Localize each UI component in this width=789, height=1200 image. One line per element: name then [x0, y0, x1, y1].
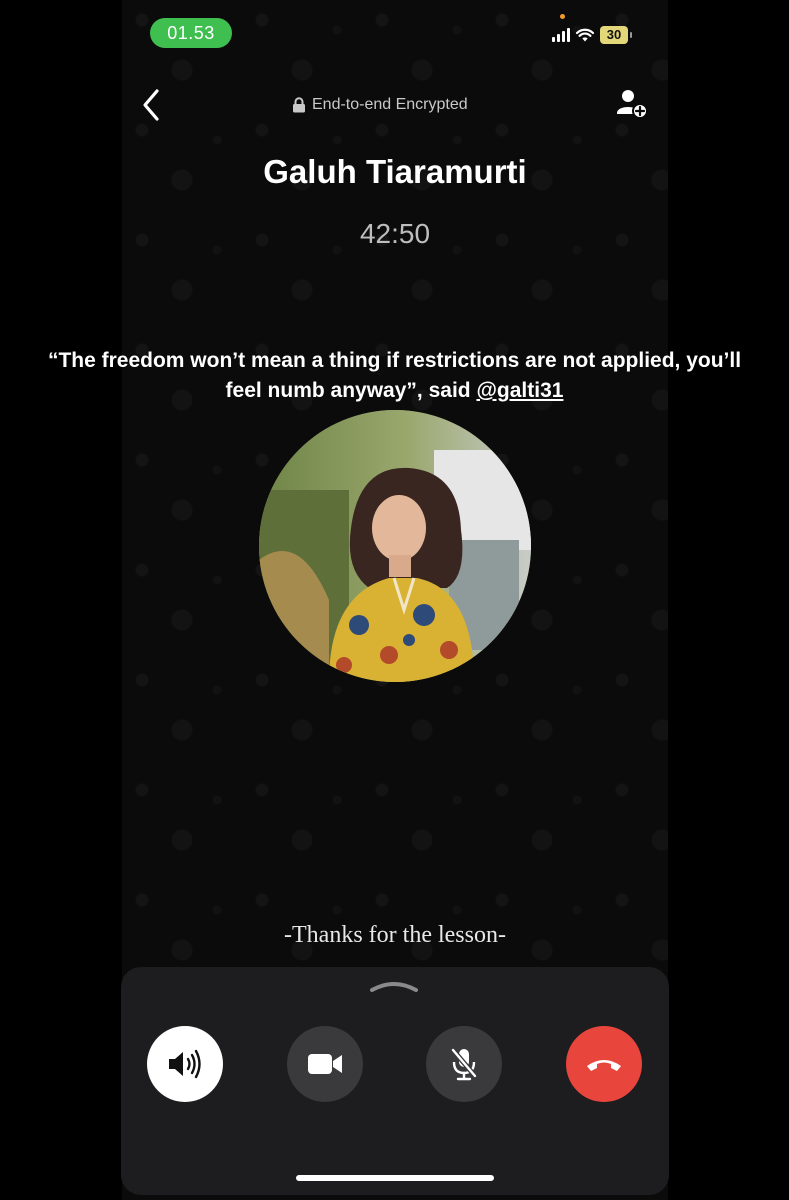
- lock-icon: [293, 97, 305, 113]
- sheet-expand-handle[interactable]: [368, 978, 420, 994]
- quote-overlay: “The freedom won’t mean a thing if restr…: [40, 346, 749, 406]
- encryption-label: End-to-end Encrypted: [312, 96, 468, 113]
- privacy-indicator-dot: [560, 14, 565, 19]
- caption-text: -Thanks for the lesson-: [284, 922, 506, 948]
- battery-icon: 30: [600, 26, 632, 44]
- speaker-icon: [169, 1049, 201, 1079]
- video-icon: [308, 1054, 342, 1074]
- back-button[interactable]: [134, 86, 168, 124]
- wifi-icon: [576, 28, 594, 42]
- add-person-icon: [617, 90, 648, 119]
- caller-avatar: [259, 410, 531, 682]
- home-indicator[interactable]: [296, 1175, 494, 1181]
- mute-mic-icon: [451, 1048, 477, 1081]
- chevron-left-icon: [143, 89, 159, 121]
- encryption-notice: End-to-end Encrypted: [292, 94, 468, 116]
- avatar-photo: [259, 410, 531, 682]
- speaker-button[interactable]: [147, 1026, 223, 1102]
- quote-text: “The freedom won’t mean a thing if restr…: [47, 349, 742, 402]
- status-icons: 30: [552, 24, 632, 46]
- end-call-button[interactable]: [566, 1026, 642, 1102]
- call-duration: 42:50: [359, 218, 431, 249]
- quote-handle[interactable]: @galti31: [476, 379, 563, 402]
- end-call-icon: [587, 1060, 621, 1071]
- video-button[interactable]: [287, 1026, 363, 1102]
- add-participant-button[interactable]: [614, 86, 650, 122]
- cellular-signal-icon: [552, 28, 570, 42]
- mute-button[interactable]: [426, 1026, 502, 1102]
- status-time: 01.53: [150, 18, 232, 48]
- caller-name: Galuh Tiaramurti: [263, 153, 527, 190]
